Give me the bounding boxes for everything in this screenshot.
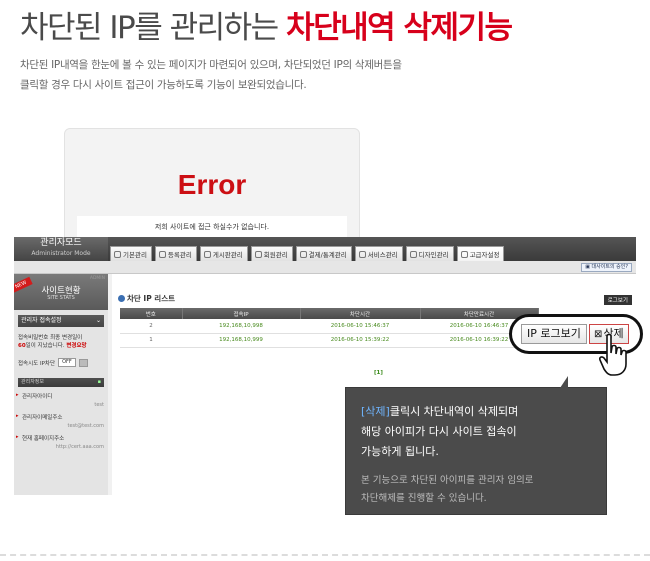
admin-info-item: 관리자이메일주소 test@test.com (16, 413, 104, 429)
admin-info-label: 관리자아이디 (22, 394, 53, 400)
ip-log-view-button[interactable]: IP 로그보기 (521, 324, 587, 344)
ip-block-control: 접속시도 IP차단 OFF (18, 358, 104, 367)
menu-tab-label: 게시판관리 (212, 251, 243, 259)
password-notice-mid: 일이 지났습니다. (25, 343, 65, 349)
delete-tooltip: [삭제]클릭시 차단내역이 삭제되며 해당 아이피가 다시 사이트 접속이 가능… (345, 376, 607, 515)
tooltip-line-1: 클릭시 차단내역이 삭제되며 (389, 405, 519, 418)
admin-subbar: ▣ 대사이트의 승인? (14, 261, 636, 274)
menu-tab-icon (254, 251, 262, 258)
password-notice: 접속비밀번호 최종 변경일이 60일이 지났습니다. 변경요망 (18, 334, 104, 350)
password-notice-line: 접속비밀번호 최종 변경일이 (18, 335, 83, 341)
admin-sidebar: NEW ADMIN 사이트현황 SITE STATS 관리자 접속설정 ⌄ 접속… (14, 274, 108, 495)
blocked-ip-table: 번호 접속IP 차단시간 차단만료시간 2 192,168,10,998 201… (120, 308, 539, 348)
menu-tab-icon (409, 251, 417, 258)
error-title: Error (177, 169, 247, 200)
tooltip-main: [삭제]클릭시 차단내역이 삭제되며 해당 아이피가 다시 사이트 접속이 가능… (361, 402, 590, 462)
section-divider (0, 554, 650, 556)
cell-no: 1 (120, 333, 182, 348)
menu-tab-icon (358, 251, 366, 258)
menu-tab-label: 고급자설정 (469, 251, 500, 259)
hand-cursor-icon (599, 333, 627, 376)
blocked-ip-title: 차단 IP 리스트 (118, 293, 175, 304)
intro-line-2: 클릭할 경우 다시 사이트 접근이 가능하도록 기능이 보완되었습니다. (20, 79, 307, 91)
ip-block-switch[interactable] (78, 358, 88, 367)
chevron-down-icon: ⌄ (95, 317, 101, 324)
cell-no: 2 (120, 319, 182, 334)
admin-access-select[interactable]: 관리자 접속설정 ⌄ (18, 315, 104, 327)
cell-ip: 192,168,10,998 (182, 319, 300, 334)
menu-tab-label: 기본관리 (123, 251, 147, 259)
menu-tab-icon (460, 251, 468, 258)
menu-tab-label: 회원관리 (263, 251, 288, 259)
admin-logo[interactable]: 관리자모드 Administrator Mode (14, 237, 108, 261)
cell-blocked: 2016-06-10 15:46:37 (300, 319, 420, 334)
menu-tab-icon (203, 251, 211, 258)
tooltip-sub: 본 기능으로 차단된 아이피를 관리자 임의로 차단해제를 진행할 수 있습니다… (361, 472, 590, 508)
admin-info-label: 현재 홈페이지주소 (22, 436, 65, 442)
menu-tab-label: 결제/통계관리 (308, 251, 347, 259)
ip-block-label: 접속시도 IP차단 (18, 360, 56, 367)
blocked-ip-title-text: 차단 IP 리스트 (127, 294, 176, 303)
column-header-ip: 접속IP (182, 308, 301, 319)
subbar-button[interactable]: ▣ 대사이트의 승인? (581, 263, 632, 272)
tooltip-accent: [삭제] (361, 405, 390, 418)
intro-text: 차단된 IP내역을 한눈에 볼 수 있는 페이지가 마련되어 있으며, 차단되었… (20, 55, 580, 95)
collapse-icon[interactable]: ▪ (98, 378, 101, 387)
cell-blocked: 2016-06-10 15:39:22 (300, 333, 420, 348)
admin-access-select-label: 관리자 접속설정 (21, 317, 62, 324)
tooltip-sub-line-1: 본 기능으로 차단된 아이피를 관리자 임의로 (361, 475, 534, 486)
list-bullet-icon (118, 295, 125, 302)
password-change-link[interactable]: 변경요망 (66, 343, 86, 349)
admin-info-item: 현재 홈페이지주소 http://cert.aaa.com (16, 434, 104, 450)
menu-tab-icon (158, 251, 166, 258)
table-row: 1 192,168,10,999 2016-06-10 15:39:22 201… (120, 333, 538, 348)
cell-ip: 192,168,10,999 (182, 333, 300, 348)
admin-info-title: 관리자정보 (21, 379, 45, 385)
admin-info-label: 관리자이메일주소 (22, 415, 63, 421)
table-header-row: 번호 접속IP 차단시간 차단만료시간 (120, 308, 539, 319)
admin-label: ADMIN (89, 276, 105, 281)
admin-info-value: http://cert.aaa.com (55, 444, 104, 450)
admin-logo-subtitle: Administrator Mode (31, 250, 91, 257)
tooltip-sub-line-2: 차단해제를 진행할 수 있습니다. (361, 493, 487, 504)
page-headline: 차단된 IP를 관리하는 차단내역 삭제기능 (20, 2, 513, 47)
site-stats-header: NEW ADMIN 사이트현황 SITE STATS (14, 274, 108, 310)
admin-info-value: test@test.com (67, 423, 104, 429)
log-view-button[interactable]: 로그보기 (603, 295, 632, 305)
admin-logo-title: 관리자모드 (40, 238, 82, 248)
headline-strong: 차단내역 삭제기능 (286, 10, 513, 46)
menu-tab-label: 디자인관리 (418, 251, 449, 259)
admin-info-item: 관리자아이디 test (16, 392, 104, 408)
column-header-no: 번호 (120, 308, 183, 319)
headline-normal: 차단된 IP를 관리하는 (20, 10, 287, 46)
menu-tab-icon (299, 251, 307, 258)
table-row: 2 192,168,10,998 2016-06-10 15:46:37 201… (120, 319, 538, 334)
intro-line-1: 차단된 IP내역을 한눈에 볼 수 있는 페이지가 마련되어 있으며, 차단되었… (20, 59, 402, 71)
admin-info-header: 관리자정보 ▪ (18, 378, 104, 387)
column-header-blocked: 차단시간 (300, 308, 421, 319)
menu-tab-icon (114, 251, 121, 258)
menu-tab-label: 등록관리 (167, 251, 192, 259)
admin-info-value: test (94, 402, 104, 408)
tooltip-line-2: 해당 아이피가 다시 사이트 접속이 (361, 425, 517, 438)
admin-topbar: 관리자모드 Administrator Mode 기본관리 등록관리 게시판관리… (14, 237, 636, 264)
site-stats-subtitle: SITE STATS (47, 295, 75, 301)
tooltip-line-3: 가능하게 됩니다. (361, 445, 439, 458)
password-notice-days: 60 (18, 343, 26, 349)
menu-tab-label: 서비스관리 (367, 251, 398, 259)
ip-block-toggle[interactable]: OFF (58, 358, 76, 367)
pagination[interactable]: [1] (374, 370, 383, 376)
